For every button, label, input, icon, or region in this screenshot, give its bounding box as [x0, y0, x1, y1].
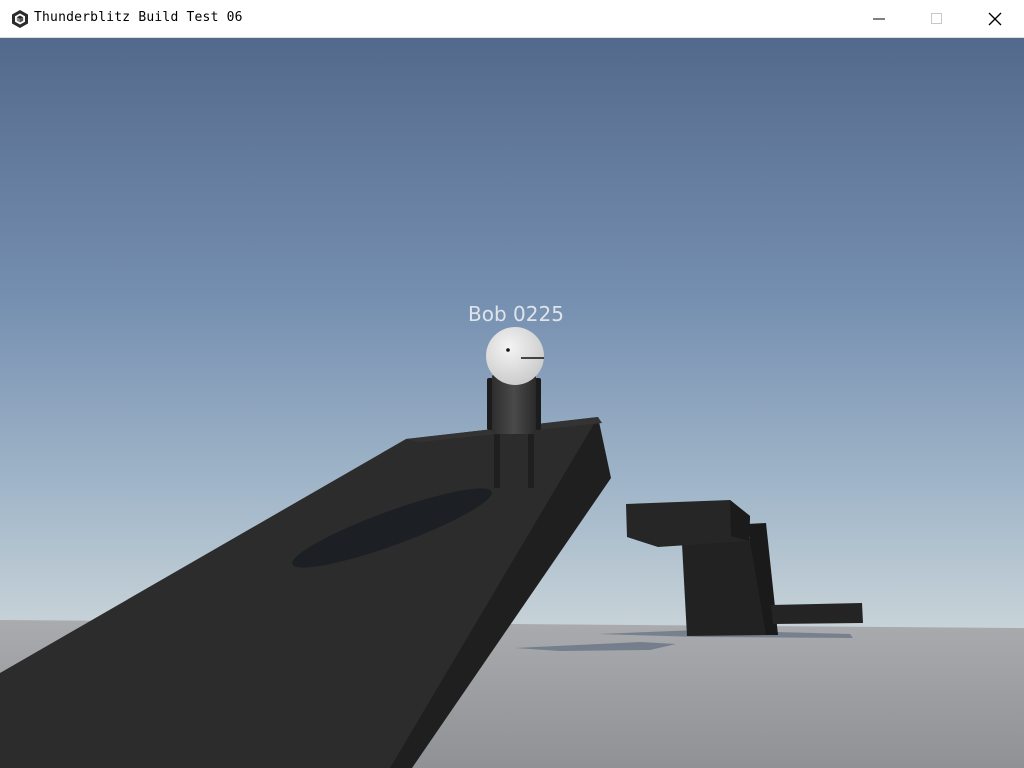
- game-window: Thunderblitz Build Test 06 Bob 0225: [0, 0, 1024, 768]
- game-scene: [0, 38, 1024, 768]
- minimize-icon: [873, 18, 885, 20]
- title-bar[interactable]: Thunderblitz Build Test 06: [0, 0, 1024, 38]
- unity-logo-icon: [10, 9, 30, 29]
- game-viewport[interactable]: Bob 0225: [0, 38, 1024, 768]
- close-icon: [988, 12, 1002, 26]
- minimize-button[interactable]: [850, 0, 908, 38]
- player-nameplate: Bob 0225: [468, 302, 564, 326]
- close-button[interactable]: [966, 0, 1024, 38]
- window-title: Thunderblitz Build Test 06: [34, 10, 243, 25]
- maximize-button[interactable]: [908, 0, 966, 38]
- maximize-icon: [931, 13, 942, 24]
